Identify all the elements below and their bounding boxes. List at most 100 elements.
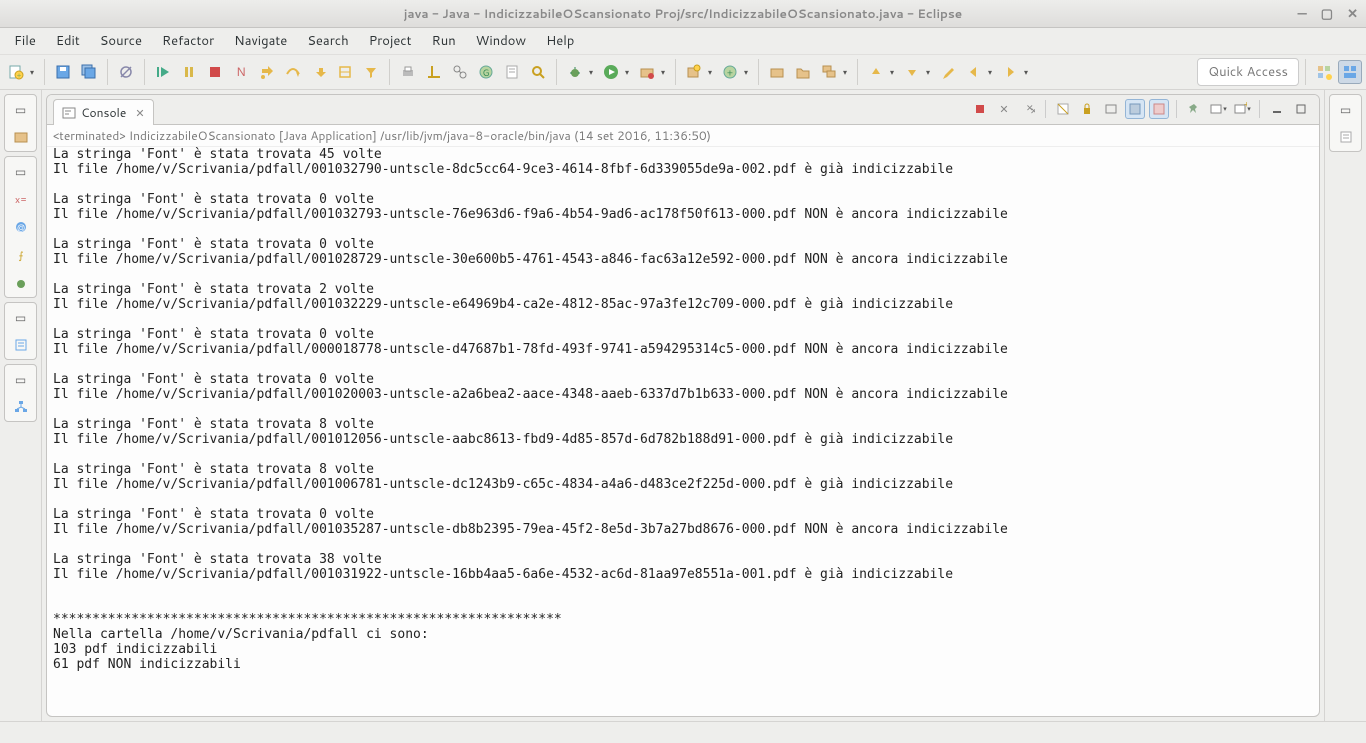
link-button[interactable] xyxy=(448,60,472,84)
console-icon xyxy=(62,106,76,120)
menu-help[interactable]: Help xyxy=(538,29,582,53)
menu-project[interactable]: Project xyxy=(361,29,420,53)
last-edit-button[interactable] xyxy=(936,60,960,84)
window-title: java - Java - IndicizzabileOScansionato … xyxy=(404,5,962,22)
step-into-button[interactable] xyxy=(255,60,279,84)
step-over-button[interactable] xyxy=(281,60,305,84)
save-all-button[interactable] xyxy=(77,60,101,84)
back-button[interactable] xyxy=(962,60,996,84)
breakpoints-icon[interactable]: @ xyxy=(11,217,31,237)
forward-button[interactable] xyxy=(998,60,1032,84)
java-perspective-button[interactable] xyxy=(1338,60,1362,84)
run-dropdown[interactable] xyxy=(599,60,633,84)
suspend-button[interactable] xyxy=(177,60,201,84)
new-java-project-button[interactable] xyxy=(682,60,716,84)
quick-access[interactable]: Quick Access xyxy=(1197,58,1299,86)
main-pane: Console ✕ ✕ ✕✕ ▾ +▾ xyxy=(42,90,1324,721)
scroll-lock-icon[interactable] xyxy=(1077,99,1097,119)
hierarchy-icon[interactable] xyxy=(11,397,31,417)
display-selected-console-icon[interactable]: ▾ xyxy=(1208,99,1228,119)
restore-icon[interactable]: ▭ xyxy=(11,99,31,119)
show-console-stderr-icon[interactable] xyxy=(1149,99,1169,119)
menu-run[interactable]: Run xyxy=(424,29,464,53)
svg-text:✕: ✕ xyxy=(999,102,1008,116)
maximize-button[interactable]: ▢ xyxy=(1321,5,1333,23)
expressions-icon[interactable]: ⨍ xyxy=(11,245,31,265)
word-wrap-icon[interactable] xyxy=(1101,99,1121,119)
menu-edit[interactable]: Edit xyxy=(48,29,88,53)
step-return-button[interactable] xyxy=(307,60,331,84)
menu-file[interactable]: File xyxy=(6,29,44,53)
menu-refactor[interactable]: Refactor xyxy=(154,29,222,53)
menu-source[interactable]: Source xyxy=(92,29,150,53)
open-perspective-button[interactable] xyxy=(1312,60,1336,84)
debug-dropdown[interactable] xyxy=(563,60,597,84)
debug-icon[interactable] xyxy=(11,273,31,293)
open-console-icon[interactable]: +▾ xyxy=(1232,99,1252,119)
svg-text:x=: x= xyxy=(15,193,27,206)
menu-navigate[interactable]: Navigate xyxy=(226,29,295,53)
right-trim: ▭ xyxy=(1324,90,1366,721)
prev-annotation-button[interactable] xyxy=(864,60,898,84)
new-class-button[interactable] xyxy=(765,60,789,84)
disconnect-button[interactable]: N xyxy=(229,60,253,84)
menubar: File Edit Source Refactor Navigate Searc… xyxy=(0,28,1366,54)
clear-console-icon[interactable] xyxy=(1053,99,1073,119)
console-tab[interactable]: Console ✕ xyxy=(53,99,154,125)
close-button[interactable]: ✕ xyxy=(1347,5,1358,23)
statusbar xyxy=(0,721,1366,743)
window-controls: — ▢ ✕ xyxy=(1297,5,1358,23)
console-view: Console ✕ ✕ ✕✕ ▾ +▾ xyxy=(46,94,1320,717)
variables-icon[interactable]: x= xyxy=(11,189,31,209)
console-process-header: <terminated> IndicizzabileOScansionato [… xyxy=(47,125,1319,147)
remove-launch-icon[interactable]: ✕ xyxy=(994,99,1014,119)
task-list-icon[interactable] xyxy=(1336,127,1356,147)
svg-text:✕: ✕ xyxy=(1030,104,1035,116)
pin-console-icon[interactable] xyxy=(1184,99,1204,119)
svg-text:+: + xyxy=(727,66,733,79)
resume-button[interactable] xyxy=(151,60,175,84)
new-button[interactable]: + xyxy=(4,60,38,84)
svg-text:@: @ xyxy=(16,221,24,233)
restore-right-icon[interactable]: ▭ xyxy=(1336,99,1356,119)
restore-icon-3[interactable]: ▭ xyxy=(11,307,31,327)
skip-breakpoints-button[interactable] xyxy=(114,60,138,84)
build-button[interactable] xyxy=(422,60,446,84)
run-last-dropdown[interactable] xyxy=(635,60,669,84)
print-button[interactable] xyxy=(396,60,420,84)
open-task-button[interactable] xyxy=(500,60,524,84)
svg-text:N: N xyxy=(236,64,246,80)
console-tab-close[interactable]: ✕ xyxy=(135,105,144,121)
use-step-filters-button[interactable] xyxy=(359,60,383,84)
terminate-relaunch-icon[interactable] xyxy=(970,99,990,119)
new-package-button[interactable]: + xyxy=(718,60,752,84)
minimize-view-icon[interactable] xyxy=(1267,99,1287,119)
terminate-button[interactable] xyxy=(203,60,227,84)
open-type-button[interactable]: G xyxy=(474,60,498,84)
titlebar: java - Java - IndicizzabileOScansionato … xyxy=(0,0,1366,28)
outline-icon[interactable] xyxy=(11,335,31,355)
save-button[interactable] xyxy=(51,60,75,84)
drop-frame-button[interactable] xyxy=(333,60,357,84)
search-button[interactable] xyxy=(526,60,550,84)
restore-icon-4[interactable]: ▭ xyxy=(11,369,31,389)
content-area: ▭ ▭ x= @ ⨍ ▭ ▭ Console ✕ xyxy=(0,90,1366,721)
menu-window[interactable]: Window xyxy=(468,29,534,53)
maximize-view-icon[interactable] xyxy=(1291,99,1311,119)
minimize-button[interactable]: — xyxy=(1297,5,1306,23)
menu-search[interactable]: Search xyxy=(299,29,356,53)
console-output[interactable]: La stringa 'Font' è stata trovata 45 vol… xyxy=(47,147,1319,716)
console-tab-label: Console xyxy=(81,104,126,121)
svg-text:G: G xyxy=(483,66,490,79)
working-set-button[interactable] xyxy=(817,60,851,84)
restore-icon-2[interactable]: ▭ xyxy=(11,161,31,181)
main-toolbar: + N G + Quick Access xyxy=(0,54,1366,90)
new-folder-button[interactable] xyxy=(791,60,815,84)
next-annotation-button[interactable] xyxy=(900,60,934,84)
console-toolbar: ✕ ✕✕ ▾ +▾ xyxy=(970,99,1311,119)
package-explorer-icon[interactable] xyxy=(11,127,31,147)
svg-text:⨍: ⨍ xyxy=(18,249,23,262)
remove-all-icon[interactable]: ✕✕ xyxy=(1018,99,1038,119)
svg-text:+: + xyxy=(17,71,22,80)
show-console-stdout-icon[interactable] xyxy=(1125,99,1145,119)
